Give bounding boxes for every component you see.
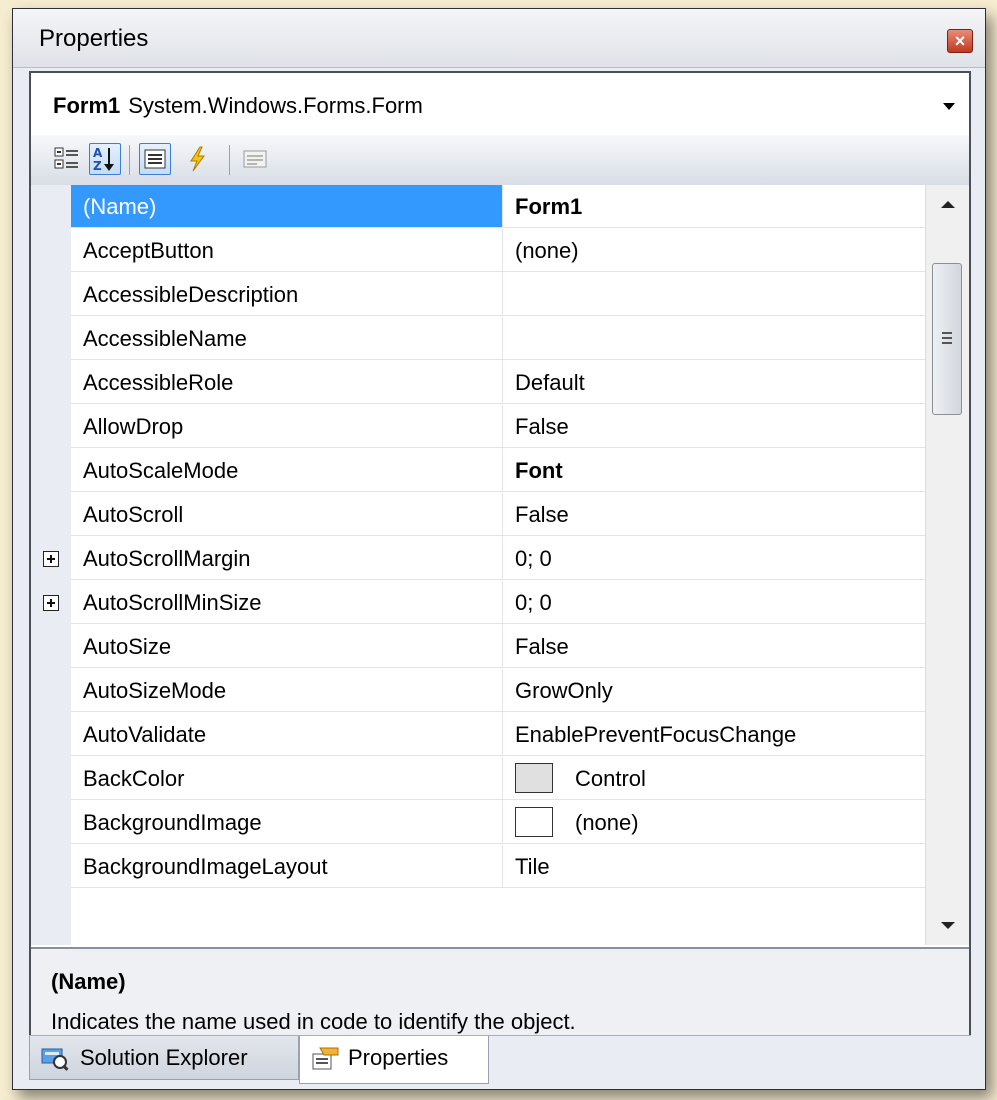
- property-row[interactable]: AutoScrollMinSize 0; 0: [31, 581, 925, 625]
- property-row[interactable]: BackColor Control: [31, 757, 925, 801]
- toolbar-separator: [129, 145, 130, 175]
- properties-icon: [144, 149, 166, 169]
- property-name[interactable]: BackgroundImage: [71, 801, 503, 844]
- categorized-icon: [54, 147, 78, 169]
- expand-icon[interactable]: [43, 551, 59, 567]
- properties-toolbar: A Z: [31, 135, 969, 186]
- property-value[interactable]: EnablePreventFocusChange: [503, 713, 925, 756]
- property-row[interactable]: AutoScroll False: [31, 493, 925, 537]
- solution-explorer-icon: [41, 1048, 69, 1071]
- property-name[interactable]: AutoSizeMode: [71, 669, 503, 712]
- property-name[interactable]: AutoSize: [71, 625, 503, 668]
- grip-icon: [942, 332, 952, 334]
- categorized-button[interactable]: [51, 143, 83, 175]
- property-value[interactable]: [503, 273, 925, 316]
- property-name[interactable]: AccessibleDescription: [71, 273, 503, 316]
- property-name[interactable]: BackgroundImageLayout: [71, 845, 503, 888]
- property-value[interactable]: Form1: [503, 185, 925, 228]
- close-icon: ×: [954, 31, 966, 51]
- properties-pane: Form1 System.Windows.Forms.Form A Z (Nam…: [29, 71, 971, 1085]
- property-value[interactable]: Default: [503, 361, 925, 404]
- expand-icon[interactable]: [43, 595, 59, 611]
- object-selector-label: Form1 System.Windows.Forms.Form: [53, 93, 423, 119]
- scroll-down-icon[interactable]: [941, 922, 955, 929]
- description-title: (Name): [51, 969, 126, 994]
- property-name[interactable]: AutoScroll: [71, 493, 503, 536]
- tab-label: Solution Explorer: [80, 1045, 248, 1070]
- object-selector-dropdown[interactable]: Form1 System.Windows.Forms.Form: [31, 73, 969, 136]
- alphabetical-icon: A Z: [93, 146, 114, 173]
- property-grid: (Name) Form1 AcceptButton (none) Accessi…: [31, 185, 925, 945]
- property-value: Control: [575, 766, 646, 791]
- property-row[interactable]: AccessibleName: [31, 317, 925, 361]
- property-value[interactable]: Font: [503, 449, 925, 492]
- property-name[interactable]: AutoScrollMinSize: [71, 581, 503, 624]
- property-value: (none): [575, 810, 639, 835]
- description-text: Indicates the name used in code to ident…: [51, 1009, 576, 1034]
- property-pages-button[interactable]: [239, 143, 271, 175]
- image-swatch: [515, 807, 553, 838]
- property-row[interactable]: BackgroundImageLayout Tile: [31, 845, 925, 889]
- svg-text:Z: Z: [93, 159, 102, 173]
- property-row[interactable]: BackgroundImage (none): [31, 801, 925, 845]
- property-row[interactable]: AccessibleRole Default: [31, 361, 925, 405]
- property-row[interactable]: AutoSizeMode GrowOnly: [31, 669, 925, 713]
- svg-text:A: A: [93, 146, 103, 160]
- property-value[interactable]: GrowOnly: [503, 669, 925, 712]
- tool-window-tabs: Solution Explorer Properties: [29, 1035, 971, 1086]
- property-value[interactable]: [503, 317, 925, 360]
- events-button[interactable]: [181, 143, 213, 175]
- property-pages-icon: [243, 150, 267, 168]
- property-name[interactable]: (Name): [71, 185, 503, 228]
- tab-solution-explorer[interactable]: Solution Explorer: [29, 1036, 299, 1080]
- chevron-down-icon[interactable]: [943, 103, 955, 110]
- window-title: Properties: [39, 25, 149, 52]
- color-swatch: [515, 763, 553, 794]
- property-name[interactable]: BackColor: [71, 757, 503, 800]
- toolbar-separator: [229, 145, 230, 175]
- property-row[interactable]: AccessibleDescription: [31, 273, 925, 317]
- alphabetical-button[interactable]: A Z: [89, 143, 121, 175]
- tab-label: Properties: [348, 1045, 449, 1070]
- vertical-scrollbar[interactable]: [925, 185, 969, 945]
- property-value[interactable]: False: [503, 493, 925, 536]
- properties-tab-icon: [312, 1047, 339, 1070]
- property-value-color[interactable]: Control: [503, 757, 925, 800]
- property-row[interactable]: AllowDrop False: [31, 405, 925, 449]
- scroll-up-icon[interactable]: [941, 201, 955, 208]
- property-value[interactable]: 0; 0: [503, 581, 925, 624]
- property-name[interactable]: AutoScrollMargin: [71, 537, 503, 580]
- property-value[interactable]: False: [503, 625, 925, 668]
- property-row[interactable]: AutoValidate EnablePreventFocusChange: [31, 713, 925, 757]
- property-value-image[interactable]: (none): [503, 801, 925, 844]
- properties-button[interactable]: [139, 143, 171, 175]
- property-row[interactable]: AutoScrollMargin 0; 0: [31, 537, 925, 581]
- properties-window: Properties × Form1 System.Windows.Forms.F…: [12, 8, 986, 1090]
- property-value[interactable]: False: [503, 405, 925, 448]
- property-name[interactable]: AllowDrop: [71, 405, 503, 448]
- property-value[interactable]: Tile: [503, 845, 925, 888]
- tab-properties[interactable]: Properties: [299, 1036, 489, 1084]
- close-button[interactable]: ×: [947, 29, 973, 53]
- property-name[interactable]: AcceptButton: [71, 229, 503, 272]
- scrollbar-thumb[interactable]: [932, 263, 962, 415]
- object-name: Form1: [53, 93, 121, 118]
- property-row[interactable]: AcceptButton (none): [31, 229, 925, 273]
- property-name[interactable]: AutoValidate: [71, 713, 503, 756]
- property-name[interactable]: AccessibleRole: [71, 361, 503, 404]
- object-type: System.Windows.Forms.Form: [128, 93, 423, 118]
- events-icon: [190, 146, 205, 172]
- property-value[interactable]: 0; 0: [503, 537, 925, 580]
- property-name[interactable]: AutoScaleMode: [71, 449, 503, 492]
- property-row[interactable]: (Name) Form1: [31, 185, 925, 229]
- property-value[interactable]: (none): [503, 229, 925, 272]
- property-row[interactable]: AutoSize False: [31, 625, 925, 669]
- property-row[interactable]: AutoScaleMode Font: [31, 449, 925, 493]
- property-name[interactable]: AccessibleName: [71, 317, 503, 360]
- title-bar[interactable]: Properties ×: [13, 9, 985, 68]
